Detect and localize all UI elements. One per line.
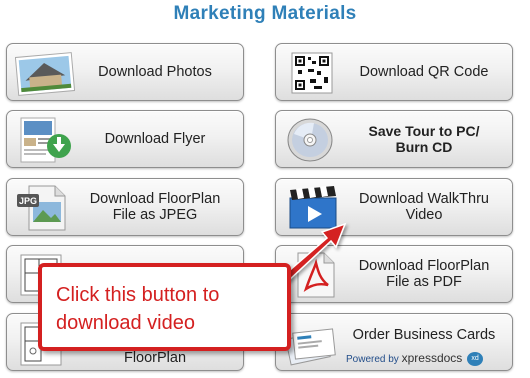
callout-box: Click this button to download video <box>38 263 291 351</box>
callout-text: Click this button to download video <box>56 284 220 334</box>
callout-arrow-shape <box>281 222 347 283</box>
